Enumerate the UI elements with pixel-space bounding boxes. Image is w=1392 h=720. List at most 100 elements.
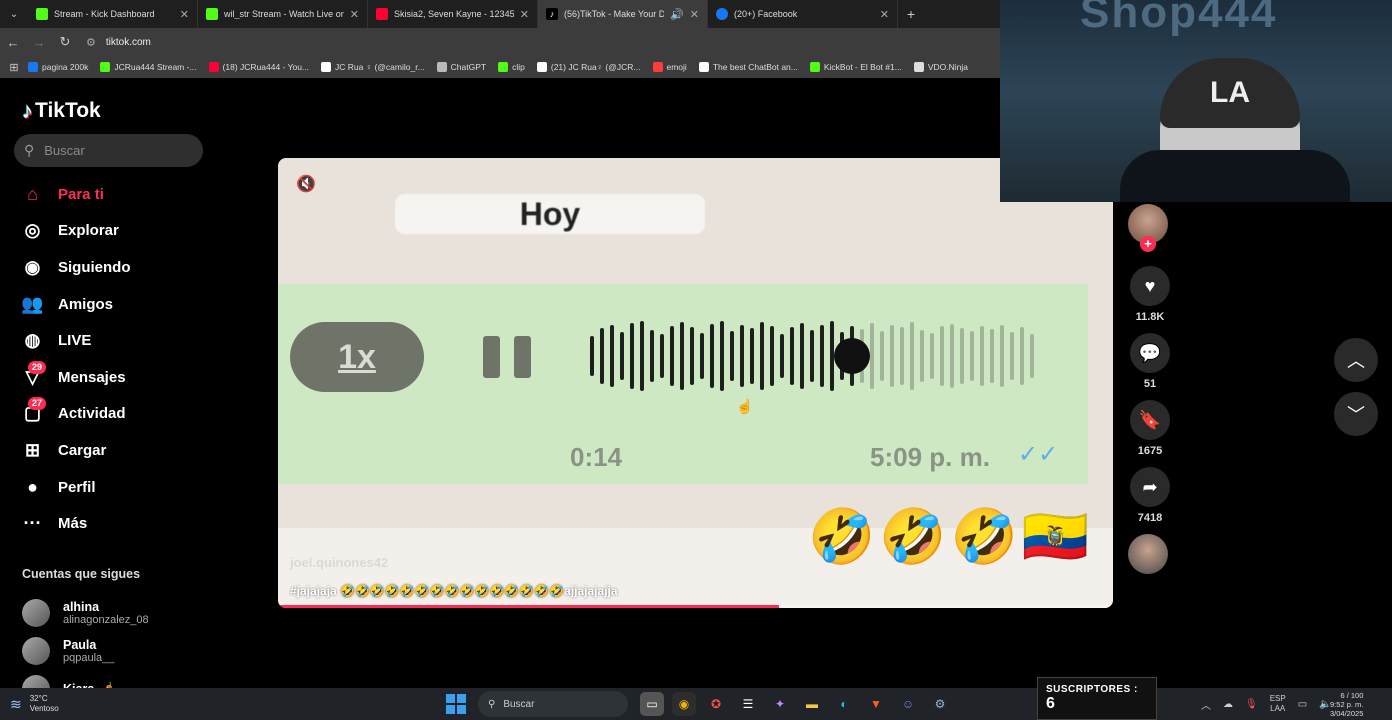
speaker-icon[interactable]: 🔊 [670, 8, 684, 21]
message-time: 5:09 p. m. [870, 442, 990, 472]
forward-icon[interactable]: → [26, 35, 52, 50]
like-action[interactable]: ♥ 11.8K [1128, 266, 1172, 323]
url-field[interactable]: ⚙ tiktok.com [86, 36, 151, 49]
music-disc-avatar[interactable] [1128, 534, 1168, 574]
waveform-bar [910, 322, 914, 390]
bookmark-item[interactable]: clip [498, 62, 525, 72]
steam-icon[interactable]: ⚙ [928, 692, 952, 716]
taskbar-search[interactable]: ⚲ Buscar [478, 691, 628, 717]
sidebar-item-explorar[interactable]: ◎ Explorar [20, 213, 200, 250]
task-view-icon[interactable]: ▭ [640, 692, 664, 716]
close-icon[interactable]: ✕ [350, 8, 359, 21]
discord-icon[interactable]: ☺ [896, 692, 920, 716]
sidebar-item-más[interactable]: ··· Más [20, 505, 200, 542]
waveform-bar [880, 331, 884, 381]
video-progress-bar[interactable] [278, 605, 1113, 608]
sidebar-item-cargar[interactable]: ⊞ Cargar [20, 432, 200, 469]
sidebar-item-actividad[interactable]: ▢ 27 Actividad [20, 396, 200, 433]
bookmark-icon[interactable]: 🔖 [1130, 400, 1170, 440]
microphone-icon[interactable]: 🎙 [1245, 699, 1258, 710]
next-video-button[interactable]: ﹀ [1334, 392, 1378, 436]
sidebar-item-siguiendo[interactable]: ◉ Siguiendo [20, 249, 200, 286]
chevron-up-icon[interactable]: ︿ [1201, 697, 1211, 712]
following-item[interactable]: Paula pqpaula__ [22, 632, 212, 670]
language-indicator[interactable]: ESP LAA [1270, 694, 1286, 714]
app-red-icon[interactable]: ✪ [704, 692, 728, 716]
sidebar-item-perfil[interactable]: ● Perfil [20, 469, 200, 506]
tab-title: wil_str Stream - Watch Live on [224, 9, 344, 19]
reload-icon[interactable]: ↻ [52, 34, 78, 50]
bookmark-item[interactable]: JCRua444 Stream -... [100, 62, 197, 72]
bookmark-item[interactable]: VDO.Ninja [913, 62, 968, 72]
creator-avatar[interactable]: + [1128, 204, 1168, 252]
save-action[interactable]: 🔖 1675 [1128, 400, 1172, 457]
following-item[interactable]: alhina alinagonzalez_08 [22, 594, 212, 632]
back-icon[interactable]: ← [0, 35, 26, 50]
close-icon[interactable]: ✕ [690, 8, 699, 21]
bookmark-item[interactable]: pagina 200k [28, 62, 88, 72]
tiktok-favicon-icon: ♪ [546, 8, 558, 20]
sidebar-item-label: Más [58, 515, 88, 533]
sidebar-item-live[interactable]: ◍ LIVE [20, 322, 200, 359]
sidebar-item-amigos[interactable]: 👥 Amigos [20, 286, 200, 323]
site-info-icon[interactable]: ⚙ [86, 36, 96, 49]
previous-video-button[interactable]: ︿ [1334, 338, 1378, 382]
video-author[interactable]: joel.quinones42 [290, 555, 388, 570]
following-username: pqpaula__ [63, 651, 115, 664]
video-caption[interactable]: #jajajaja 🤣🤣🤣🤣🤣🤣🤣🤣🤣🤣🤣🤣🤣🤣🤣ajjajajajja [290, 584, 618, 598]
edge-icon[interactable]: ◐ [832, 692, 856, 716]
search-box[interactable]: ⚲ [14, 134, 203, 167]
network-icon[interactable]: ▭ [1298, 699, 1307, 710]
comment-count: 51 [1143, 378, 1157, 390]
system-clock[interactable]: 6 / 100 9:52 p. m. 3/04/2025 [1330, 688, 1369, 720]
sidebar-item-mensajes[interactable]: ▽ 29 Mensajes [20, 359, 200, 396]
playback-speed-button: 1x [290, 322, 424, 392]
waveform-bar [950, 324, 954, 388]
waveform-bar [960, 328, 964, 384]
tab-facebook[interactable]: (20+) Facebook ✕ [708, 0, 898, 28]
bookmark-item[interactable]: (21) JC Rua♀ (@JCR... [536, 62, 641, 72]
video-player[interactable]: 🔇 Hoy 1x 0:14 5:09 p. m. ✓✓ ☝ 🤣🤣🤣🇪🇨 joel… [278, 158, 1113, 608]
sidebar-item-label: Amigos [58, 295, 114, 313]
comment-icon[interactable]: 💬 [1130, 333, 1170, 373]
bookmark-label: (18) JCRua444 - You... [222, 62, 310, 72]
tab-youtube[interactable]: Skisia2, Seven Kayne - 123457 ✕ [368, 0, 538, 28]
windows-start-icon[interactable] [446, 694, 466, 714]
new-tab-button[interactable]: + [898, 6, 924, 22]
tiktok-logo[interactable]: ♪ TikTok [22, 98, 101, 124]
copilot-icon[interactable]: ✦ [768, 692, 792, 716]
app-menu-icon[interactable]: ☰ [736, 692, 760, 716]
follow-plus-icon[interactable]: + [1140, 236, 1156, 252]
onedrive-icon[interactable]: ☁ [1223, 699, 1233, 710]
tab-wil-str[interactable]: wil_str Stream - Watch Live on ✕ [198, 0, 368, 28]
bookmark-item[interactable]: emoji [652, 62, 687, 72]
tab-tiktok[interactable]: ♪ (56)TikTok - Make Your Day 🔊 ✕ [538, 0, 708, 28]
bookmark-favicon-icon [536, 62, 547, 72]
waveform-bar [1010, 332, 1014, 380]
share-action[interactable]: ➦ 7418 [1128, 467, 1172, 524]
file-explorer-icon[interactable]: ▬ [800, 692, 824, 716]
mute-icon[interactable]: 🔇 [296, 174, 316, 194]
waveform-bar [590, 336, 594, 376]
comment-action[interactable]: 💬 51 [1128, 333, 1172, 390]
sidebar-item-para-ti[interactable]: ⌂ Para ti [20, 176, 200, 213]
bookmark-item[interactable]: JC Rua ♀ (@camilo_r... [321, 62, 425, 72]
apps-grid-icon[interactable]: ⊞ [0, 61, 28, 74]
close-icon[interactable]: ✕ [180, 8, 189, 21]
close-icon[interactable]: ✕ [520, 8, 529, 21]
search-input[interactable] [42, 142, 183, 159]
bookmark-item[interactable]: ChatGPT [436, 62, 486, 72]
bookmark-item[interactable]: (18) JCRua444 - You... [208, 62, 310, 72]
taskbar-apps: ⚲ Buscar ▭ ◉ ✪ ☰ ✦ ▬ ◐ ▼ ☺ ⚙ [446, 688, 956, 720]
tab-search-icon[interactable]: ⌄ [0, 0, 28, 28]
close-icon[interactable]: ✕ [880, 8, 889, 21]
bookmark-item[interactable]: The best ChatBot an... [698, 62, 798, 72]
tab-kick-dashboard[interactable]: Stream - Kick Dashboard ✕ [28, 0, 198, 28]
share-icon[interactable]: ➦ [1130, 467, 1170, 507]
heart-icon[interactable]: ♥ [1130, 266, 1170, 306]
bookmark-item[interactable]: KickBot - El Bot #1... [809, 62, 902, 72]
weather-widget[interactable]: ≋ 32°C Ventoso [0, 694, 120, 714]
brave-icon[interactable]: ▼ [864, 692, 888, 716]
chrome-icon[interactable]: ◉ [672, 692, 696, 716]
following-username: alinagonzalez_08 [63, 613, 149, 626]
